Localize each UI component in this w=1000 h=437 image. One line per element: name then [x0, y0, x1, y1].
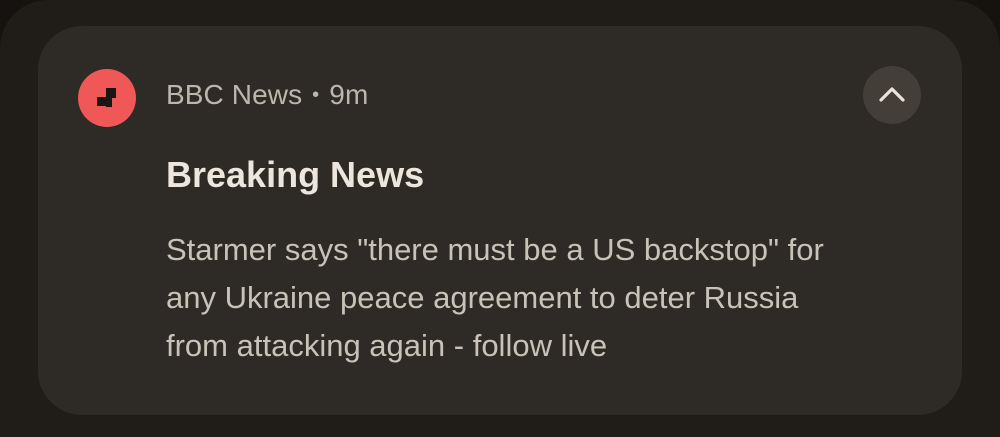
notification-body-line: from attacking again - follow live [166, 328, 608, 363]
notification-body: Starmer says "there must be a US backsto… [166, 226, 926, 370]
bbc-news-logo-glyph [97, 88, 116, 107]
app-name: BBC News [166, 79, 303, 110]
notification-shade: BBC News • 9m Breaking News Starmer says… [0, 0, 1000, 437]
notification-body-line: Starmer says "there must be a US backsto… [166, 232, 824, 267]
collapse-button[interactable] [863, 66, 921, 124]
notification-title: Breaking News [166, 154, 425, 195]
notification-header: BBC News • 9m [166, 78, 368, 112]
chevron-up-icon [879, 87, 905, 102]
notification-time: 9m [329, 79, 369, 110]
bbc-news-icon [78, 69, 136, 127]
header-separator: • [312, 83, 320, 106]
notification-body-line: any Ukraine peace agreement to deter Rus… [166, 280, 799, 315]
notification-card[interactable]: BBC News • 9m Breaking News Starmer says… [38, 26, 962, 415]
